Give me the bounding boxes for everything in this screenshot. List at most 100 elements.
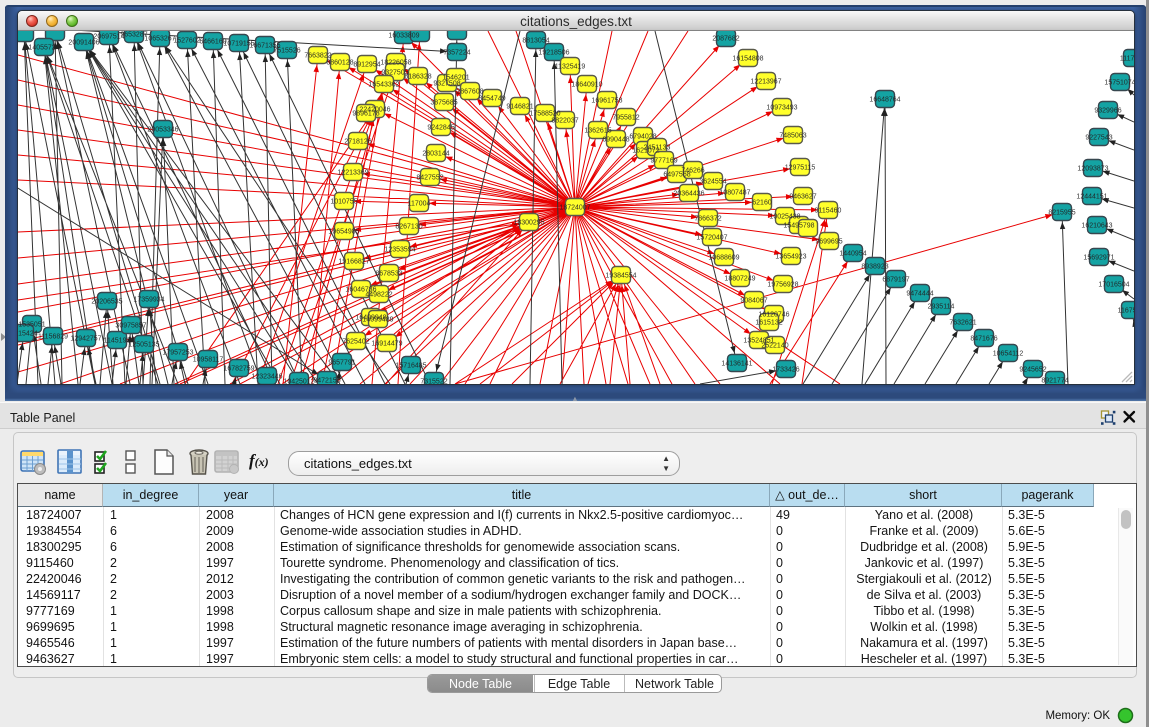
svg-text:12975115: 12975115 bbox=[785, 165, 816, 172]
svg-text:10425012: 10425012 bbox=[283, 379, 314, 385]
svg-text:8822037: 8822037 bbox=[551, 118, 578, 125]
svg-text:6990448: 6990448 bbox=[602, 137, 629, 144]
svg-text:6794028: 6794028 bbox=[629, 134, 656, 141]
svg-text:1546201: 1546201 bbox=[442, 75, 469, 82]
svg-text:1010755: 1010755 bbox=[330, 199, 357, 206]
svg-text:14136141: 14136141 bbox=[721, 361, 752, 368]
svg-text:8454749: 8454749 bbox=[478, 96, 505, 103]
svg-text:20053346: 20053346 bbox=[147, 127, 178, 134]
svg-text:6879197: 6879197 bbox=[882, 277, 909, 284]
svg-text:1527602: 1527602 bbox=[173, 38, 200, 45]
svg-text:7866372: 7866372 bbox=[694, 216, 721, 223]
svg-text:2522140: 2522140 bbox=[761, 343, 788, 350]
svg-text:16210643: 16210643 bbox=[1081, 223, 1112, 230]
svg-text:12323446: 12323446 bbox=[251, 374, 282, 381]
svg-text:7357224: 7357224 bbox=[443, 50, 470, 57]
svg-text:16033809: 16033809 bbox=[388, 33, 419, 40]
svg-text:10653267: 10653267 bbox=[144, 36, 175, 43]
svg-text:12213967: 12213967 bbox=[750, 79, 781, 86]
svg-text:20091406: 20091406 bbox=[68, 40, 99, 47]
svg-text:16543362: 16543362 bbox=[368, 82, 399, 89]
svg-text:20206535: 20206535 bbox=[91, 299, 122, 306]
svg-text:9084067: 9084067 bbox=[740, 298, 767, 305]
svg-text:16914479: 16914479 bbox=[371, 341, 402, 348]
svg-text:8921774: 8921774 bbox=[1041, 378, 1068, 385]
svg-text:7485063: 7485063 bbox=[779, 133, 806, 140]
svg-text:20364436: 20364436 bbox=[673, 191, 704, 198]
svg-text:17588520: 17588520 bbox=[529, 111, 560, 118]
svg-text:10807487: 10807487 bbox=[719, 190, 750, 197]
svg-text:12213369: 12213369 bbox=[337, 170, 368, 177]
svg-text:8860128: 8860128 bbox=[326, 60, 353, 67]
svg-text:2718126: 2718126 bbox=[344, 139, 371, 146]
svg-text:4498222: 4498222 bbox=[365, 292, 392, 299]
svg-text:11325419: 11325419 bbox=[555, 64, 586, 71]
svg-text:9699695: 9699695 bbox=[815, 239, 842, 246]
svg-text:1167533: 1167533 bbox=[1118, 308, 1134, 315]
svg-text:7955812: 7955812 bbox=[612, 115, 639, 122]
svg-text:7515526: 7515526 bbox=[273, 48, 300, 55]
svg-text:9327508: 9327508 bbox=[433, 81, 460, 88]
svg-text:3915424: 3915424 bbox=[18, 331, 38, 338]
svg-text:8427552: 8427552 bbox=[416, 175, 443, 182]
svg-text:14099489: 14099489 bbox=[362, 317, 393, 324]
svg-text:14055724: 14055724 bbox=[28, 45, 59, 52]
svg-text:746266: 746266 bbox=[681, 168, 704, 175]
svg-text:15716485: 15716485 bbox=[395, 363, 426, 370]
svg-text:2935114: 2935114 bbox=[928, 304, 955, 311]
svg-text:2087682: 2087682 bbox=[712, 36, 739, 43]
svg-text:12093873: 12093873 bbox=[1077, 166, 1108, 173]
svg-text:3624554: 3624554 bbox=[699, 179, 726, 186]
svg-text:13654923: 13654923 bbox=[775, 254, 806, 261]
svg-text:18807249: 18807249 bbox=[724, 276, 755, 283]
svg-text:1535051: 1535051 bbox=[18, 322, 45, 329]
svg-text:1117534: 1117534 bbox=[1120, 56, 1134, 63]
svg-text:1362615: 1362615 bbox=[584, 128, 611, 135]
svg-text:1440954: 1440954 bbox=[839, 251, 866, 258]
svg-text:19654985: 19654985 bbox=[328, 229, 359, 236]
svg-text:2803144: 2803144 bbox=[422, 151, 449, 158]
svg-text:8678533: 8678533 bbox=[375, 271, 402, 278]
svg-text:9896178: 9896178 bbox=[352, 111, 379, 118]
svg-text:17359934: 17359934 bbox=[133, 297, 164, 304]
svg-text:15495798: 15495798 bbox=[783, 223, 814, 230]
svg-text:9472155: 9472155 bbox=[313, 378, 340, 385]
svg-text:9146821: 9146821 bbox=[506, 104, 533, 111]
svg-text:12444151: 12444151 bbox=[1076, 194, 1107, 201]
svg-text:9777169: 9777169 bbox=[650, 158, 677, 165]
svg-text:11156829: 11156829 bbox=[38, 334, 68, 341]
svg-text:15751074: 15751074 bbox=[1104, 80, 1134, 87]
svg-text:16648764: 16648764 bbox=[869, 97, 900, 104]
svg-text:12505135: 12505135 bbox=[128, 342, 159, 349]
svg-text:3875685: 3875685 bbox=[430, 100, 457, 107]
svg-text:15692971: 15692971 bbox=[1083, 255, 1114, 262]
svg-text:12353594: 12353594 bbox=[384, 247, 415, 254]
svg-text:8813054: 8813054 bbox=[522, 38, 549, 45]
svg-text:9474444: 9474444 bbox=[906, 291, 933, 298]
svg-text:9245652: 9245652 bbox=[1019, 367, 1046, 374]
svg-text:1615132: 1615132 bbox=[755, 320, 782, 327]
svg-text:7663822: 7663822 bbox=[304, 53, 331, 60]
svg-text:12942757: 12942757 bbox=[70, 336, 101, 343]
svg-text:9115460: 9115460 bbox=[815, 208, 842, 215]
svg-text:18300295: 18300295 bbox=[513, 220, 544, 227]
svg-text:18640910: 18640910 bbox=[571, 82, 602, 89]
svg-text:7632621: 7632621 bbox=[949, 320, 976, 327]
svg-text:7315522: 7315522 bbox=[420, 379, 447, 385]
svg-text:9329966: 9329966 bbox=[1094, 108, 1121, 115]
svg-text:16782759: 16782759 bbox=[223, 366, 254, 373]
svg-text:1733426: 1733426 bbox=[772, 367, 799, 374]
svg-text:117004: 117004 bbox=[408, 201, 431, 208]
svg-text:8186328: 8186328 bbox=[404, 74, 431, 81]
svg-text:19166827: 19166827 bbox=[338, 259, 369, 266]
svg-text:8912954: 8912954 bbox=[353, 62, 380, 69]
svg-text:10688609: 10688609 bbox=[708, 255, 739, 262]
svg-text:10973493: 10973493 bbox=[766, 105, 797, 112]
svg-text:9227543: 9227543 bbox=[1085, 135, 1112, 142]
svg-text:10025438: 10025438 bbox=[769, 214, 800, 221]
svg-text:2451133: 2451133 bbox=[644, 145, 671, 152]
svg-text:8267130: 8267130 bbox=[395, 224, 422, 231]
svg-text:16961758: 16961758 bbox=[591, 98, 622, 105]
svg-text:1145193: 1145193 bbox=[104, 338, 131, 345]
svg-text:15720407: 15720407 bbox=[696, 235, 727, 242]
